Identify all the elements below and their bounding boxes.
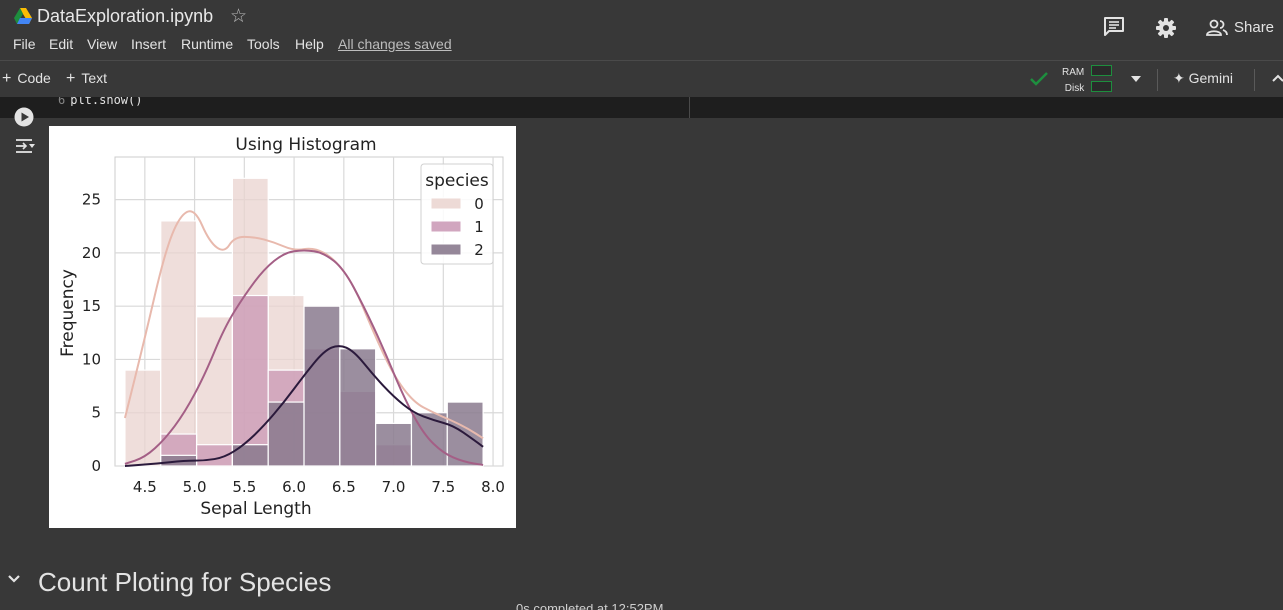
connected-check-icon[interactable]: [1029, 71, 1049, 87]
plus-icon: +: [66, 70, 76, 87]
menu-view[interactable]: View: [87, 36, 117, 52]
plus-icon: +: [2, 70, 12, 87]
add-code-button[interactable]: + Code: [2, 70, 51, 88]
x-tick-label: 4.5: [133, 478, 157, 496]
y-tick-label: 0: [91, 457, 101, 475]
add-text-button[interactable]: + Text: [66, 70, 107, 88]
y-tick-label: 20: [82, 244, 101, 262]
menu-help[interactable]: Help: [295, 36, 324, 52]
legend-swatch-2: [430, 243, 462, 256]
ram-usage-bar[interactable]: [1091, 65, 1112, 76]
runtime-dropdown-icon[interactable]: [1130, 75, 1142, 83]
code-text: plt.show(): [70, 97, 143, 106]
chart-title: Using Histogram: [235, 135, 376, 155]
chart-legend: species 0 1 2: [420, 163, 494, 265]
disk-usage-bar[interactable]: [1091, 81, 1112, 92]
run-cell-button[interactable]: [14, 107, 34, 127]
histogram-chart: Using Histogram Sepal Length Frequency 4…: [58, 135, 505, 519]
star-icon[interactable]: ☆: [230, 5, 247, 28]
ram-label: RAM: [1062, 67, 1085, 78]
x-tick-label: 8.0: [481, 478, 505, 496]
notebook-toolbar: + Code + Text RAM Disk ✦ Gemini: [0, 60, 1283, 98]
histogram-bar-species-1: [231, 294, 269, 467]
drive-logo-icon[interactable]: [14, 8, 32, 24]
disk-label: Disk: [1064, 83, 1085, 94]
legend-swatch-0: [430, 197, 462, 210]
gemini-button[interactable]: ✦ Gemini: [1173, 70, 1233, 87]
cell-output-image: Using Histogram Sepal Length Frequency 4…: [49, 126, 516, 528]
legend-swatch-1: [430, 220, 462, 233]
sparkle-icon: ✦: [1173, 70, 1185, 86]
menu-tools[interactable]: Tools: [247, 36, 280, 52]
histogram-bar-species-2: [267, 401, 305, 467]
code-line[interactable]: 6 plt.show(): [58, 97, 142, 106]
y-tick-label: 15: [82, 297, 101, 315]
notebook-title[interactable]: DataExploration.ipynb: [37, 6, 213, 27]
share-people-icon[interactable]: [1206, 19, 1228, 37]
histogram-bar-species-2: [339, 348, 377, 467]
toolbar-divider: [1254, 69, 1255, 91]
comment-icon[interactable]: [1103, 16, 1125, 38]
y-axis-label: Frequency: [58, 269, 78, 357]
legend-label: 1: [474, 218, 484, 236]
output-actions-icon[interactable]: [14, 137, 36, 155]
y-tick-label: 10: [82, 350, 101, 368]
line-number: 6: [58, 97, 66, 106]
x-tick-label: 6.5: [332, 478, 356, 496]
histogram-bar-species-0: [195, 316, 233, 467]
share-button[interactable]: Share: [1234, 19, 1274, 36]
collapse-chevron-icon[interactable]: [1272, 73, 1283, 83]
histogram-bar-species-2: [375, 422, 413, 467]
x-tick-label: 7.0: [382, 478, 406, 496]
x-axis-label: Sepal Length: [200, 499, 311, 519]
legend-label: 2: [474, 241, 484, 259]
x-tick-label: 7.5: [431, 478, 455, 496]
status-bar-text: 0s completed at 12:52PM: [516, 604, 663, 610]
add-code-label: Code: [17, 70, 51, 86]
add-text-label: Text: [81, 70, 108, 86]
legend-label: 0: [474, 195, 484, 213]
settings-gear-icon[interactable]: [1155, 17, 1177, 39]
section-collapse-chevron-icon[interactable]: [7, 574, 21, 584]
x-tick-label: 6.0: [282, 478, 306, 496]
menu-runtime[interactable]: Runtime: [181, 36, 233, 52]
cell-divider: [689, 97, 690, 118]
save-status-link[interactable]: All changes saved: [338, 36, 452, 52]
y-tick-label: 5: [91, 404, 101, 422]
menu-edit[interactable]: Edit: [49, 36, 73, 52]
y-tick-label: 25: [82, 191, 101, 209]
x-tick-label: 5.0: [183, 478, 207, 496]
section-heading: Count Ploting for Species: [38, 567, 332, 597]
menu-file[interactable]: File: [13, 36, 36, 52]
code-cell-editor[interactable]: [0, 97, 1283, 118]
menu-insert[interactable]: Insert: [131, 36, 166, 52]
gemini-label: Gemini: [1188, 70, 1233, 86]
legend-title: species: [425, 171, 489, 191]
histogram-bar-species-2: [303, 305, 341, 467]
toolbar-divider: [1157, 69, 1158, 91]
x-tick-label: 5.5: [232, 478, 256, 496]
resource-labels[interactable]: RAM Disk: [1062, 65, 1084, 97]
notebook-header: DataExploration.ipynb ☆ File Edit View I…: [0, 0, 1283, 60]
histogram-bar-species-0: [124, 369, 162, 467]
histogram-bar-species-0: [160, 220, 198, 467]
